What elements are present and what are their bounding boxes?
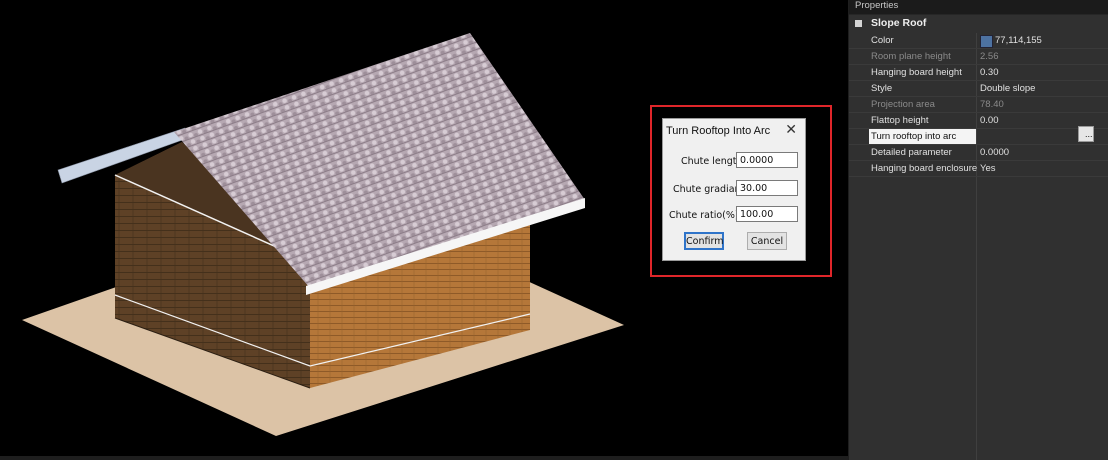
property-row-color[interactable]: Color 77,114,155 <box>849 33 1108 49</box>
property-key: Color <box>871 35 894 46</box>
category-slope-roof[interactable]: Slope Roof <box>849 17 1108 32</box>
color-swatch[interactable] <box>980 35 993 48</box>
chute-length-input[interactable] <box>736 152 798 168</box>
property-row-hanging-board-enclosure[interactable]: Hanging board enclosure Yes <box>849 161 1108 177</box>
cancel-button[interactable]: Cancel <box>747 232 787 250</box>
chute-ratio-label: Chute ratio(%): <box>669 210 742 221</box>
property-key: Turn rooftop into arc <box>871 131 957 142</box>
property-row-turn-rooftop-into-arc[interactable]: Turn rooftop into arc <box>849 129 1108 145</box>
property-row-detailed-parameter[interactable]: Detailed parameter 0.0000 <box>849 145 1108 161</box>
chute-ratio-input[interactable] <box>736 206 798 222</box>
property-value: 0.00 <box>980 115 999 126</box>
property-key: Detailed parameter <box>871 147 952 158</box>
property-value: 77,114,155 <box>995 35 1042 46</box>
property-row-projection-area[interactable]: Projection area 78.40 <box>849 97 1108 113</box>
property-key: Projection area <box>871 99 935 110</box>
property-row-hanging-board-height[interactable]: Hanging board height 0.30 <box>849 65 1108 81</box>
property-value: 0.30 <box>980 67 999 78</box>
property-value: 2.56 <box>980 51 999 62</box>
property-row-flattop-height[interactable]: Flattop height 0.00 <box>849 113 1108 129</box>
property-row-style[interactable]: Style Double slope <box>849 81 1108 97</box>
property-key: Flattop height <box>871 115 929 126</box>
property-key: Style <box>871 83 893 94</box>
chute-gradiant-input[interactable] <box>736 180 798 196</box>
category-label: Slope Roof <box>871 17 927 29</box>
property-value: Yes <box>980 163 996 174</box>
close-icon[interactable]: ✕ <box>785 122 797 138</box>
confirm-button[interactable]: Confirm <box>684 232 724 250</box>
property-value: 78.40 <box>980 99 1004 110</box>
turn-rooftop-into-arc-dialog: Turn Rooftop Into Arc ✕ Chute length: Ch… <box>662 118 806 261</box>
ellipsis-button[interactable]: ... <box>1078 126 1094 142</box>
properties-header: Properties <box>849 0 1108 15</box>
properties-panel: Properties Slope Roof Color 77,114,155 R… <box>849 0 1108 460</box>
property-value: Double slope <box>980 83 1036 94</box>
property-value: 0.0000 <box>980 147 1010 158</box>
property-row-room-plane-height[interactable]: Room plane height 2.56 <box>849 49 1108 65</box>
dialog-title: Turn Rooftop Into Arc <box>666 125 771 137</box>
property-key: Hanging board height <box>871 67 962 78</box>
property-key: Hanging board enclosure <box>871 163 978 174</box>
property-key: Room plane height <box>871 51 951 62</box>
collapse-icon[interactable] <box>855 20 862 27</box>
